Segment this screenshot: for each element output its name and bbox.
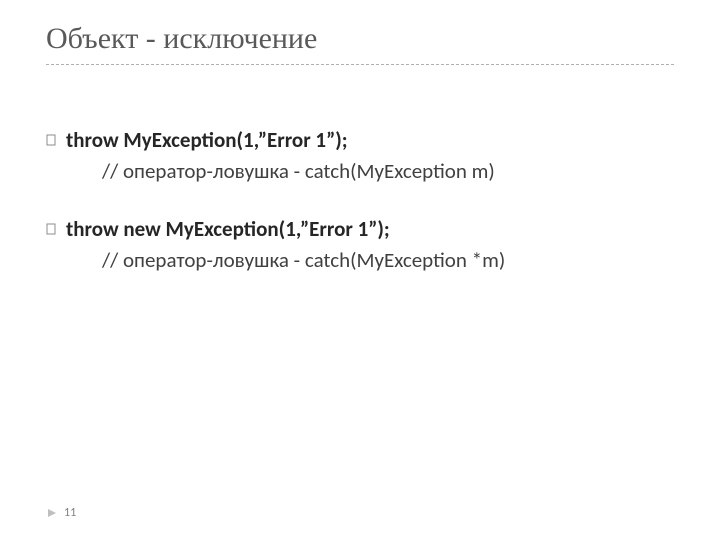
bullet-row: throw MyException(1,”Error 1”);	[46, 127, 674, 153]
page-number: 11	[64, 506, 76, 520]
content-area: throw MyException(1,”Error 1”); // опера…	[0, 65, 720, 274]
code-line-main: throw MyException(1,”Error 1”);	[66, 127, 348, 153]
code-line-sub: // оператор-ловушка - catch(MyException …	[46, 157, 674, 185]
bullet-icon	[46, 223, 56, 235]
footer: 11	[46, 506, 76, 520]
code-line-sub: // оператор-ловушка - catch(MyException …	[46, 246, 674, 274]
list-item: throw MyException(1,”Error 1”); // опера…	[46, 127, 674, 186]
list-item: throw new MyException(1,”Error 1”); // о…	[46, 216, 674, 275]
bullet-row: throw new MyException(1,”Error 1”);	[46, 216, 674, 242]
triangle-icon	[46, 507, 58, 519]
slide-title: Объект - исключение	[0, 0, 720, 62]
bullet-icon	[46, 134, 56, 146]
slide: Объект - исключение throw MyException(1,…	[0, 0, 720, 540]
code-line-main: throw new MyException(1,”Error 1”);	[66, 216, 390, 242]
